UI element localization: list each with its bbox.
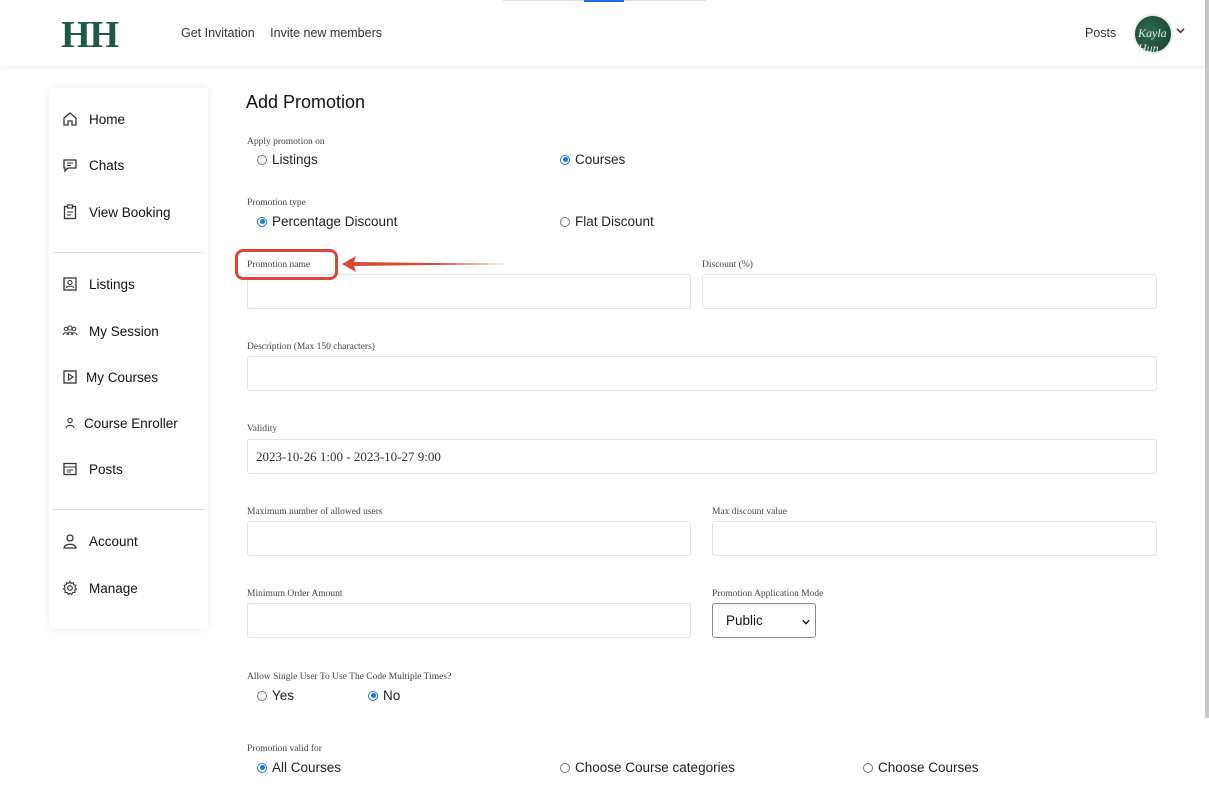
- avatar-signature: Kayla Hun: [1138, 26, 1167, 55]
- app-mode-value: Public: [726, 613, 763, 628]
- app-mode-select[interactable]: Public: [712, 603, 816, 638]
- radio-no[interactable]: No: [368, 688, 400, 703]
- sidebar-item-label: Account: [89, 533, 138, 549]
- sidebar-divider: [52, 252, 205, 253]
- sidebar-item-account[interactable]: Account: [62, 530, 138, 552]
- sidebar-item-label: My Courses: [86, 369, 159, 385]
- top-nav: Get Invitation Invite new members: [181, 26, 394, 40]
- radio-label: Flat Discount: [575, 214, 654, 229]
- validity-label: Validity: [247, 424, 278, 434]
- sidebar-item-manage[interactable]: Manage: [62, 577, 138, 599]
- sidebar-item-view-booking[interactable]: View Booking: [62, 201, 171, 223]
- sidebar-item-label: Manage: [89, 580, 138, 596]
- radio-listings[interactable]: Listings: [257, 152, 318, 167]
- radio-button[interactable]: [560, 762, 570, 773]
- user-icon: [65, 417, 75, 429]
- multi-use-label: Allow Single User To Use The Code Multip…: [247, 672, 452, 682]
- sidebar-item-label: Course Enroller: [84, 415, 178, 431]
- sidebar-item-posts[interactable]: Posts: [62, 458, 123, 480]
- min-order-label: Minimum Order Amount: [247, 589, 343, 599]
- sidebar-item-my-courses[interactable]: My Courses: [62, 366, 158, 388]
- radio-button[interactable]: [257, 762, 267, 773]
- clipboard-icon: [63, 204, 77, 220]
- sidebar-item-chats[interactable]: Chats: [62, 154, 124, 176]
- chevron-down-icon[interactable]: [1176, 26, 1185, 35]
- scrollbar[interactable]: [1205, 0, 1209, 718]
- radio-label: No: [383, 688, 401, 703]
- top-indicator-active: [584, 0, 624, 2]
- sidebar: Home Chats View Booking Listings My Sess…: [49, 88, 208, 629]
- radio-label: Yes: [272, 688, 295, 703]
- discount-input[interactable]: [702, 274, 1157, 309]
- radio-button[interactable]: [257, 216, 267, 227]
- radio-button[interactable]: [368, 690, 378, 701]
- people-icon: [62, 325, 78, 336]
- radio-button[interactable]: [257, 690, 267, 701]
- radio-all-courses[interactable]: All Courses: [257, 760, 341, 775]
- annotation-highlight: [235, 249, 338, 280]
- sidebar-item-label: Listings: [89, 276, 135, 292]
- posts-link[interactable]: Posts: [1085, 26, 1116, 40]
- radio-flat-discount[interactable]: Flat Discount: [560, 214, 654, 229]
- play-icon: [63, 370, 77, 384]
- radio-label: Percentage Discount: [272, 214, 398, 229]
- home-icon: [63, 112, 77, 126]
- listing-icon: [63, 277, 77, 291]
- radio-choose-courses[interactable]: Choose Courses: [863, 760, 979, 775]
- max-discount-label: Max discount value: [712, 507, 787, 517]
- radio-button[interactable]: [863, 762, 873, 773]
- radio-yes[interactable]: Yes: [257, 688, 294, 703]
- radio-button[interactable]: [560, 154, 570, 165]
- chat-icon: [63, 159, 77, 173]
- promo-type-label: Promotion type: [247, 198, 306, 208]
- annotation-arrow-icon: [342, 256, 510, 272]
- sidebar-item-label: Posts: [89, 461, 123, 477]
- radio-label: Courses: [575, 152, 626, 167]
- posts-icon: [63, 462, 77, 476]
- app-mode-label: Promotion Application Mode: [712, 589, 824, 599]
- discount-label: Discount (%): [702, 260, 753, 270]
- sidebar-divider: [52, 509, 205, 510]
- valid-for-label: Promotion valid for: [247, 744, 322, 754]
- radio-percentage-discount[interactable]: Percentage Discount: [257, 214, 397, 229]
- radio-courses[interactable]: Courses: [560, 152, 625, 167]
- description-input[interactable]: [247, 356, 1157, 391]
- max-users-input[interactable]: [247, 521, 691, 556]
- account-icon: [63, 534, 77, 549]
- page-title: Add Promotion: [246, 92, 366, 112]
- radio-label: All Courses: [272, 760, 342, 775]
- radio-label: Choose Course categories: [575, 760, 735, 775]
- sidebar-item-my-session[interactable]: My Session: [62, 320, 159, 342]
- sidebar-item-label: View Booking: [89, 204, 171, 220]
- radio-button[interactable]: [560, 216, 570, 227]
- max-discount-input[interactable]: [712, 521, 1157, 556]
- get-invitation-link[interactable]: Get Invitation: [181, 26, 255, 40]
- sidebar-item-label: Chats: [89, 157, 125, 173]
- radio-button[interactable]: [257, 154, 267, 165]
- chevron-down-icon: [802, 619, 810, 625]
- validity-input[interactable]: 2023-10-26 1:00 - 2023-10-27 9:00: [247, 439, 1157, 474]
- gear-icon: [62, 580, 78, 596]
- logo[interactable]: HH: [61, 13, 119, 57]
- avatar[interactable]: Kayla Hun: [1133, 14, 1173, 55]
- radio-choose-course-categories[interactable]: Choose Course categories: [560, 760, 735, 775]
- min-order-input[interactable]: [247, 603, 691, 638]
- apply-on-label: Apply promotion on: [247, 137, 325, 147]
- max-users-label: Maximum number of allowed users: [247, 507, 383, 517]
- sidebar-item-label: Home: [89, 111, 126, 127]
- top-header: HH Get Invitation Invite new members Pos…: [0, 0, 1205, 66]
- description-label: Description (Max 150 characters): [247, 342, 375, 352]
- sidebar-item-home[interactable]: Home: [62, 108, 125, 130]
- sidebar-item-listings[interactable]: Listings: [62, 273, 135, 295]
- radio-label: Choose Courses: [878, 760, 979, 775]
- invite-members-link[interactable]: Invite new members: [270, 26, 382, 40]
- radio-label: Listings: [272, 152, 318, 167]
- sidebar-item-label: My Session: [89, 323, 159, 339]
- sidebar-item-course-enroller[interactable]: Course Enroller: [62, 412, 178, 434]
